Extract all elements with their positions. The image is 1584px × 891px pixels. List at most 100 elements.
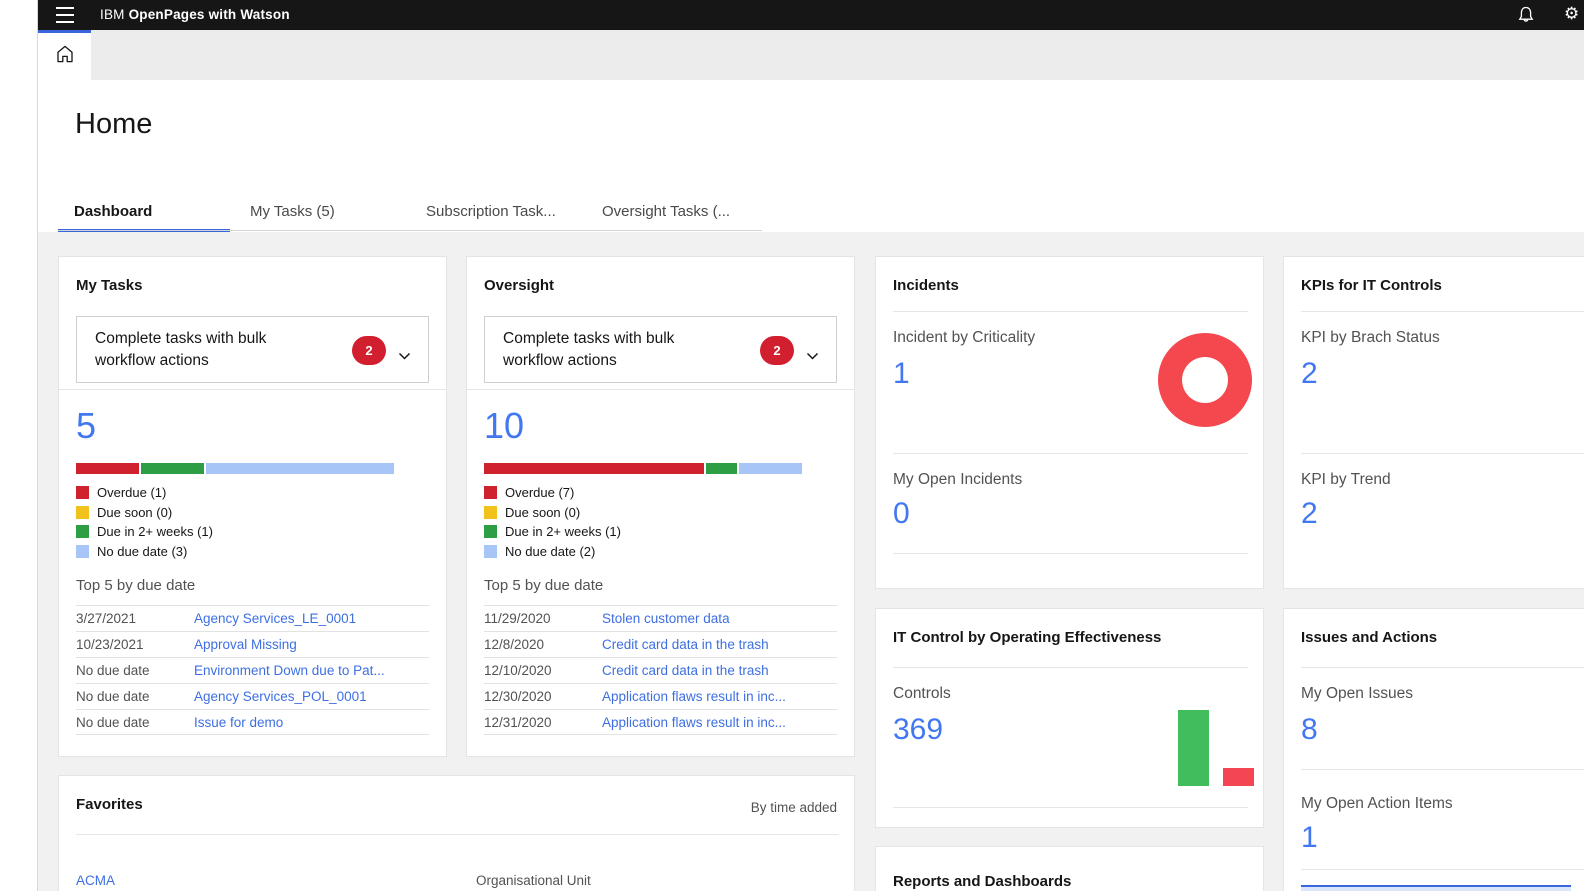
- legend-item: Due in 2+ weeks (1): [484, 525, 621, 539]
- bar-effective: [1178, 710, 1209, 786]
- legend-item: Due soon (0): [76, 506, 213, 520]
- workspace-tabstrip: [38, 30, 1584, 80]
- card-title: Incidents: [893, 277, 959, 294]
- tab-dashboard[interactable]: Dashboard: [58, 196, 234, 231]
- task-total: 5: [76, 405, 96, 447]
- favorites-card: Favorites By time added ACMA Organisatio…: [58, 775, 855, 891]
- legend-swatch: [76, 545, 89, 558]
- card-title: My Tasks: [76, 277, 142, 294]
- card-title: IT Control by Operating Effectiveness: [893, 629, 1161, 646]
- legend-swatch: [76, 525, 89, 538]
- issues-actions-card: Issues and Actions My Open Issues 8 My O…: [1283, 608, 1584, 891]
- card-title: Issues and Actions: [1301, 629, 1437, 646]
- top5-table: 3/27/2021Agency Services_LE_0001 10/23/2…: [76, 605, 429, 735]
- table-row: 12/8/2020Credit card data in the trash: [484, 631, 837, 657]
- count-badge: 2: [352, 336, 386, 365]
- reports-dashboards-card: Reports and Dashboards: [875, 846, 1264, 891]
- tab-subscription-tasks[interactable]: Subscription Task...: [410, 196, 586, 231]
- legend-item: Due in 2+ weeks (1): [76, 525, 213, 539]
- left-gutter: [0, 0, 38, 891]
- card-title: KPIs for IT Controls: [1301, 277, 1442, 294]
- metric-label: My Open Incidents: [893, 471, 1022, 489]
- issues-progress-bar: [1301, 885, 1571, 891]
- metric-value: 369: [893, 713, 943, 747]
- home-tab[interactable]: [38, 30, 91, 80]
- home-icon: [54, 43, 76, 70]
- bar-ineffective: [1223, 768, 1254, 786]
- task-link[interactable]: Credit card data in the trash: [602, 637, 769, 652]
- it-control-card: IT Control by Operating Effectiveness Co…: [875, 608, 1264, 828]
- incidents-card: Incidents Incident by Criticality 1 My O…: [875, 256, 1264, 589]
- dropdown-label: Complete tasks with bulk workflow action…: [503, 328, 728, 373]
- metric-value: 2: [1301, 497, 1318, 531]
- notifications-bell-icon[interactable]: [1516, 5, 1536, 25]
- legend-swatch: [484, 506, 497, 519]
- kpis-card: KPIs for IT Controls KPI by Brach Status…: [1283, 256, 1584, 589]
- bulk-workflow-dropdown[interactable]: Complete tasks with bulk workflow action…: [484, 316, 837, 383]
- incident-criticality-donut: [1158, 333, 1252, 427]
- sort-by-control[interactable]: By time added: [751, 800, 837, 815]
- hamburger-menu-icon[interactable]: [56, 7, 76, 23]
- metric-label: KPI by Trend: [1301, 471, 1391, 489]
- task-link[interactable]: Agency Services_POL_0001: [194, 689, 367, 704]
- brand-title: IBM OpenPages with Watson: [100, 7, 290, 22]
- task-link[interactable]: Issue for demo: [194, 715, 283, 730]
- page-title: Home: [75, 108, 152, 141]
- top5-table: 11/29/2020Stolen customer data 12/8/2020…: [484, 605, 837, 735]
- table-row: 12/31/2020Application flaws result in in…: [484, 709, 837, 735]
- due-date-progress-bar: [76, 463, 394, 474]
- operating-effectiveness-bar-chart: [1178, 710, 1256, 786]
- tab-my-tasks[interactable]: My Tasks (5): [234, 196, 410, 231]
- metric-value: 0: [893, 497, 910, 531]
- legend-item: No due date (2): [484, 545, 621, 559]
- metric-label: Incident by Criticality: [893, 329, 1035, 347]
- legend-item: Overdue (1): [76, 486, 213, 500]
- chevron-down-icon: [806, 347, 819, 365]
- bulk-workflow-dropdown[interactable]: Complete tasks with bulk workflow action…: [76, 316, 429, 383]
- task-link[interactable]: Approval Missing: [194, 637, 297, 652]
- metric-label: My Open Issues: [1301, 685, 1413, 703]
- task-link[interactable]: Agency Services_LE_0001: [194, 611, 356, 626]
- chevron-down-icon: [398, 347, 411, 365]
- tab-oversight-tasks[interactable]: Oversight Tasks (...: [586, 196, 762, 231]
- settings-gear-icon[interactable]: ⚙: [1564, 3, 1584, 25]
- openpages-dashboard: IBM OpenPages with Watson ⚙ Home Dashboa…: [0, 0, 1584, 891]
- due-date-progress-bar: [484, 463, 802, 474]
- task-link[interactable]: Environment Down due to Pat...: [194, 663, 385, 678]
- oversight-card: Oversight Complete tasks with bulk workf…: [466, 256, 855, 757]
- card-title: Reports and Dashboards: [893, 873, 1071, 890]
- metric-value: 1: [893, 357, 910, 391]
- count-badge: 2: [760, 336, 794, 365]
- table-row: No due dateEnvironment Down due to Pat..…: [76, 657, 429, 683]
- task-link[interactable]: Application flaws result in inc...: [602, 689, 786, 704]
- metric-label: KPI by Brach Status: [1301, 329, 1440, 347]
- legend-item: Overdue (7): [484, 486, 621, 500]
- my-tasks-card: My Tasks Complete tasks with bulk workfl…: [58, 256, 447, 757]
- legend-swatch: [76, 486, 89, 499]
- metric-value: 2: [1301, 357, 1318, 391]
- table-row: No due dateIssue for demo: [76, 709, 429, 735]
- table-row: 12/10/2020Credit card data in the trash: [484, 657, 837, 683]
- task-link[interactable]: Stolen customer data: [602, 611, 730, 626]
- dashboard-tabs: Dashboard My Tasks (5) Subscription Task…: [58, 196, 762, 231]
- task-total: 10: [484, 405, 524, 447]
- table-row: 12/30/2020Application flaws result in in…: [484, 683, 837, 709]
- card-title: Favorites: [76, 796, 143, 813]
- task-link[interactable]: Application flaws result in inc...: [602, 715, 786, 730]
- legend-swatch: [484, 486, 497, 499]
- due-date-legend: Overdue (7) Due soon (0) Due in 2+ weeks…: [484, 486, 621, 558]
- table-row: 11/29/2020Stolen customer data: [484, 605, 837, 631]
- favorite-link[interactable]: ACMA: [76, 873, 115, 888]
- table-row: 10/23/2021Approval Missing: [76, 631, 429, 657]
- top5-heading: Top 5 by due date: [484, 577, 603, 594]
- metric-value: 1: [1301, 821, 1318, 855]
- table-row: No due dateAgency Services_POL_0001: [76, 683, 429, 709]
- task-link[interactable]: Credit card data in the trash: [602, 663, 769, 678]
- dropdown-label: Complete tasks with bulk workflow action…: [95, 328, 320, 373]
- table-row: 3/27/2021Agency Services_LE_0001: [76, 605, 429, 631]
- due-date-legend: Overdue (1) Due soon (0) Due in 2+ weeks…: [76, 486, 213, 558]
- legend-swatch: [484, 525, 497, 538]
- top5-heading: Top 5 by due date: [76, 577, 195, 594]
- legend-item: No due date (3): [76, 545, 213, 559]
- legend-swatch: [484, 545, 497, 558]
